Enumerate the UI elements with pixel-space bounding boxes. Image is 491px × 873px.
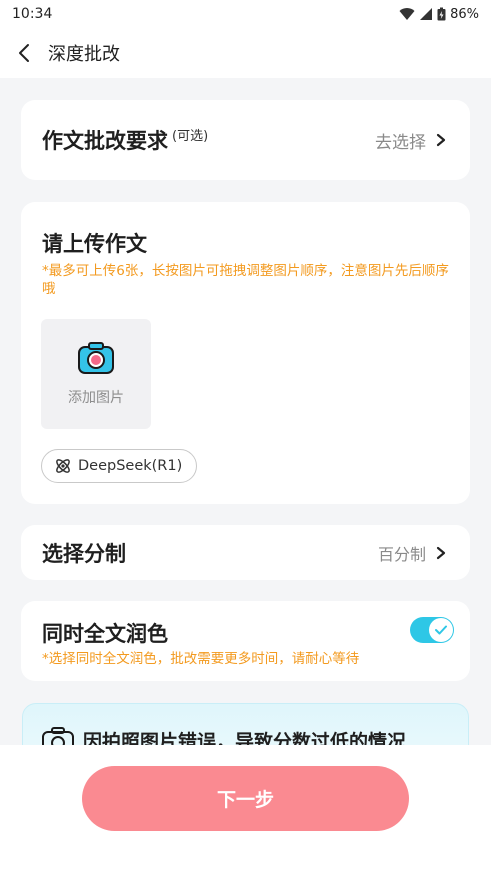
battery-percent: 86% <box>450 6 479 22</box>
wifi-icon <box>399 8 415 20</box>
add-image-label: 添加图片 <box>68 390 124 406</box>
grading-scale-card[interactable]: 选择分制 百分制 <box>21 525 470 580</box>
optional-tag: (可选) <box>172 128 209 144</box>
status-time: 10:34 <box>12 6 53 22</box>
toggle-knob <box>429 618 453 642</box>
chevron-left-icon <box>19 44 29 62</box>
polish-card: 同时全文润色 *选择同时全文润色，批改需要更多时间，请耐心等待 <box>21 601 470 681</box>
back-button[interactable] <box>4 28 44 78</box>
add-image-button[interactable]: 添加图片 <box>41 319 151 429</box>
chevron-right-icon <box>436 546 446 559</box>
status-bar: 10:34 86% <box>0 0 491 28</box>
model-label: DeepSeek(R1) <box>78 458 183 474</box>
signal-icon <box>420 8 433 20</box>
camera-icon <box>78 342 114 374</box>
page-title: 深度批改 <box>48 44 120 65</box>
next-step-button[interactable]: 下一步 <box>82 766 409 831</box>
upload-card: 请上传作文 *最多可上传6张，长按图片可拖拽调整图片顺序，注意图片先后顺序哦 添… <box>21 202 470 504</box>
model-selector[interactable]: DeepSeek(R1) <box>41 449 198 483</box>
requirements-action-label: 去选择 <box>375 132 426 153</box>
polish-toggle[interactable] <box>410 617 454 643</box>
check-icon <box>435 625 447 635</box>
polish-hint: *选择同时全文润色，批改需要更多时间，请耐心等待 <box>42 651 360 667</box>
atom-icon <box>56 459 70 473</box>
upload-title: 请上传作文 <box>42 232 147 256</box>
grading-title: 选择分制 <box>42 541 126 566</box>
grading-select-link[interactable]: 百分制 <box>378 541 446 565</box>
status-icons: 86% <box>399 7 479 22</box>
battery-icon <box>437 7 446 21</box>
polish-title: 同时全文润色 <box>42 622 168 646</box>
chevron-right-icon <box>436 133 446 147</box>
requirements-select-link[interactable]: 去选择 <box>375 128 446 153</box>
requirements-card[interactable]: 作文批改要求 (可选) 去选择 <box>21 100 470 180</box>
nav-bar: 深度批改 <box>0 28 491 78</box>
requirements-title: 作文批改要求 <box>42 129 168 153</box>
upload-hint: *最多可上传6张，长按图片可拖拽调整图片顺序，注意图片先后顺序哦 <box>42 263 449 297</box>
grading-value: 百分制 <box>377 544 426 564</box>
bottom-action-bar: 下一步 <box>0 745 491 873</box>
